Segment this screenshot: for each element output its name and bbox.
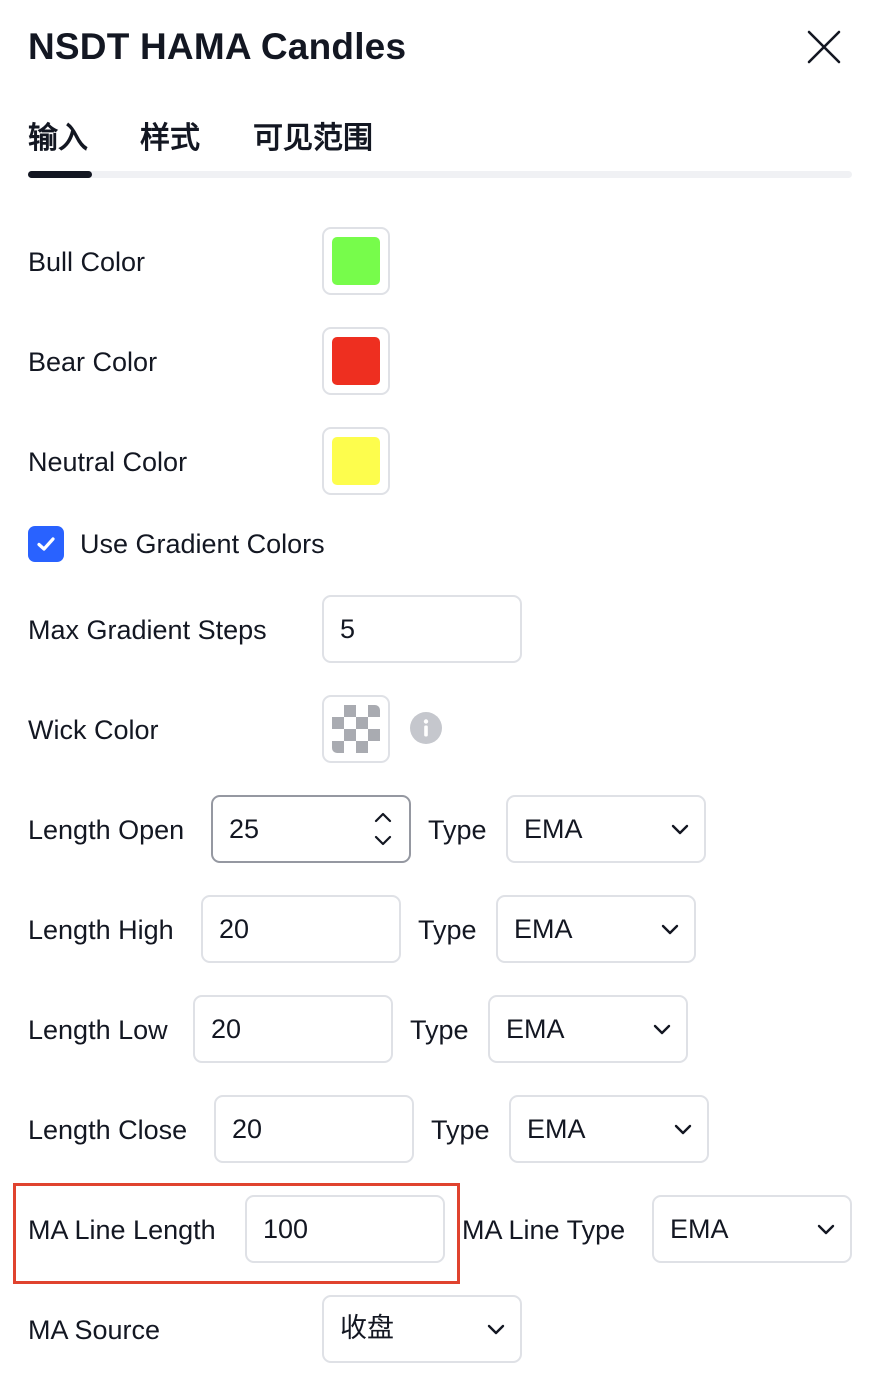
close-icon [807, 30, 841, 64]
ma-source-value: 收盘 [340, 1313, 394, 1344]
neutral-color-fill [332, 437, 380, 485]
ma-source-label: MA Source [28, 1315, 161, 1345]
length-close-type-select[interactable]: EMA [509, 1095, 709, 1163]
chevron-down-icon [653, 1024, 671, 1035]
info-icon[interactable] [410, 712, 442, 744]
wick-color-label: Wick Color [28, 715, 159, 745]
length-low-type-select[interactable]: EMA [488, 995, 688, 1063]
close-button[interactable] [800, 24, 848, 70]
ma-source-select[interactable]: 收盘 [322, 1295, 522, 1363]
neutral-color-label: Neutral Color [28, 447, 188, 477]
checkmark-icon [37, 537, 55, 551]
transparent-pattern [332, 705, 380, 753]
gradient-checkbox-label[interactable]: Use Gradient Colors [80, 527, 325, 561]
length-high-label: Length High [28, 915, 174, 945]
length-open-input[interactable]: 25 [211, 795, 411, 863]
chevron-down-icon [671, 824, 689, 835]
length-low-type-label: Type [410, 1015, 469, 1045]
tab-track [28, 171, 852, 178]
wick-color-swatch[interactable] [322, 695, 390, 763]
length-low-label: Length Low [28, 1015, 168, 1045]
length-open-value: 25 [229, 814, 260, 844]
tab-style[interactable]: 样式 [140, 118, 200, 160]
length-high-type-value: EMA [514, 914, 573, 944]
tab-visibility[interactable]: 可见范围 [253, 118, 373, 160]
bear-color-swatch[interactable] [322, 327, 390, 395]
dialog-title: NSDT HAMA Candles [28, 26, 407, 67]
length-open-label: Length Open [28, 815, 185, 845]
max-gradient-steps-input[interactable]: 5 [322, 595, 522, 663]
length-open-type-value: EMA [524, 814, 583, 844]
tab-inputs[interactable]: 输入 [28, 118, 88, 160]
length-close-type-label: Type [431, 1115, 490, 1145]
neutral-color-swatch[interactable] [322, 427, 390, 495]
length-open-type-label: Type [428, 815, 487, 845]
bull-color-label: Bull Color [28, 247, 146, 277]
length-low-input[interactable]: 20 [193, 995, 393, 1063]
length-close-type-value: EMA [527, 1114, 586, 1144]
length-open-type-select[interactable]: EMA [506, 795, 706, 863]
gradient-checkbox[interactable] [28, 526, 64, 562]
max-gradient-steps-label: Max Gradient Steps [28, 615, 267, 645]
length-high-type-select[interactable]: EMA [496, 895, 696, 963]
ma-line-type-value: EMA [670, 1214, 729, 1244]
tab-active-indicator [28, 171, 92, 178]
length-low-type-value: EMA [506, 1014, 565, 1044]
bear-color-fill [332, 337, 380, 385]
chevron-down-icon [487, 1324, 505, 1335]
chevron-down-icon [817, 1224, 835, 1235]
length-high-input[interactable]: 20 [201, 895, 401, 963]
bear-color-label: Bear Color [28, 347, 158, 377]
length-close-input[interactable]: 20 [214, 1095, 414, 1163]
chevron-down-icon [674, 1124, 692, 1135]
chevron-down-icon [661, 924, 679, 935]
bull-color-swatch[interactable] [322, 227, 390, 295]
info-glyph [423, 719, 429, 737]
ma-line-type-select[interactable]: EMA [652, 1195, 852, 1263]
highlight-box [13, 1183, 460, 1284]
ma-line-type-label: MA Line Type [462, 1215, 626, 1245]
length-close-label: Length Close [28, 1115, 188, 1145]
bull-color-fill [332, 237, 380, 285]
stepper-arrows-icon[interactable] [371, 807, 395, 851]
length-high-type-label: Type [418, 915, 477, 945]
